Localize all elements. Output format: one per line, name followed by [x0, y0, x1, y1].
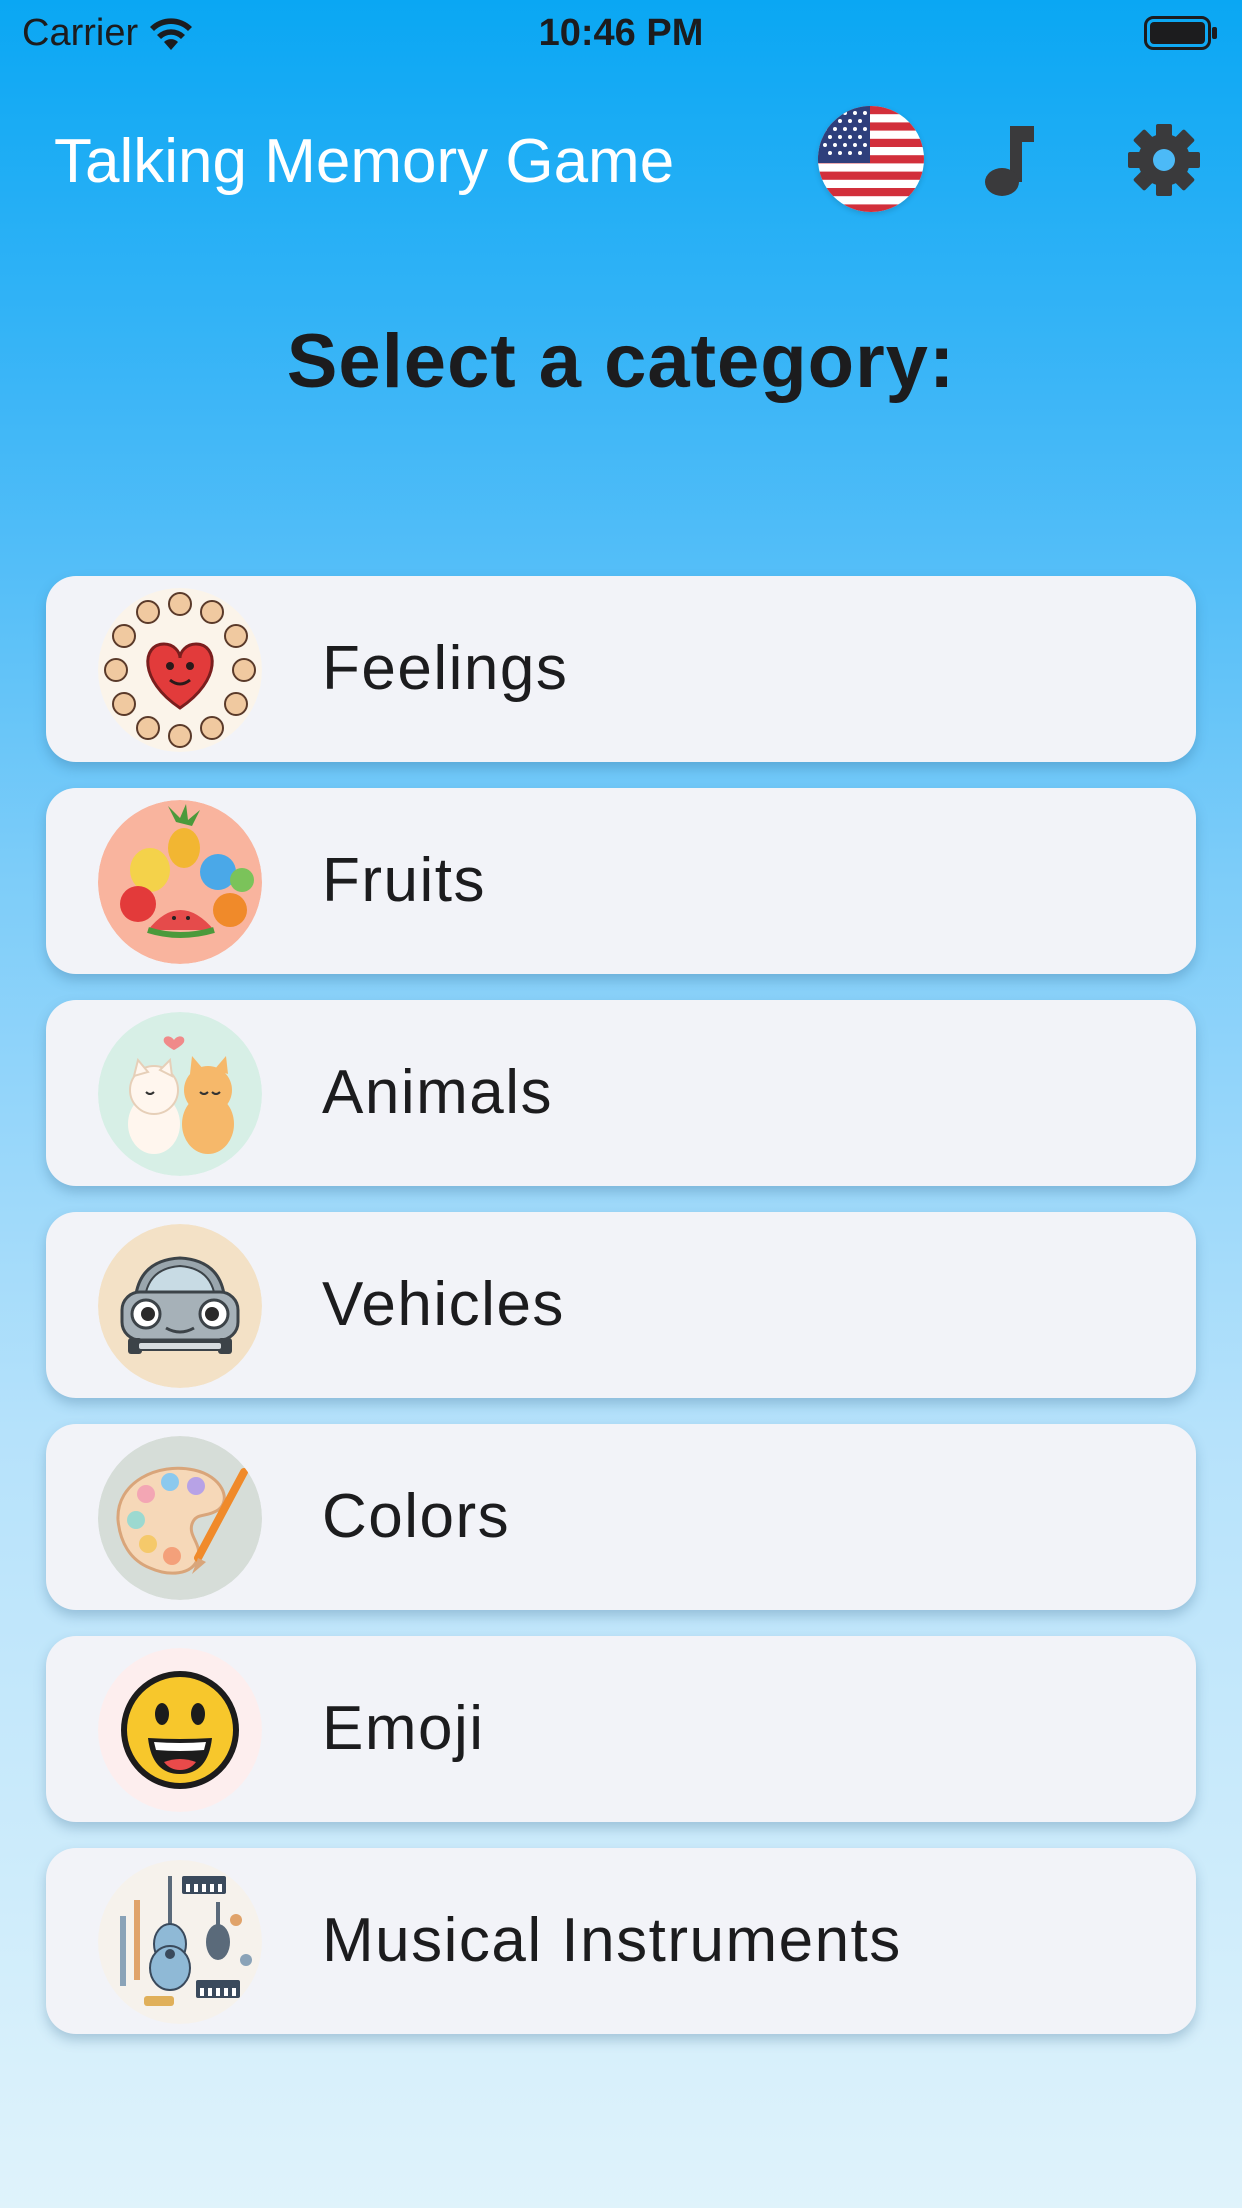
app-title: Talking Memory Game	[54, 127, 675, 196]
category-label: Fruits	[322, 846, 486, 915]
battery-icon	[1144, 16, 1218, 50]
instruments-icon	[98, 1860, 262, 2024]
category-label: Feelings	[322, 634, 569, 703]
category-label: Vehicles	[322, 1270, 565, 1339]
category-fruits[interactable]: Fruits	[46, 788, 1196, 974]
app-bar: Talking Memory Game	[0, 100, 1242, 220]
car-icon	[98, 1224, 262, 1388]
category-label: Emoji	[322, 1694, 485, 1763]
us-flag-icon	[818, 106, 924, 212]
status-time: 10:46 PM	[538, 12, 704, 54]
category-label: Animals	[322, 1058, 554, 1127]
category-emoji[interactable]: Emoji	[46, 1636, 1196, 1822]
language-button[interactable]	[818, 106, 924, 212]
feelings-heart-icon	[98, 588, 262, 752]
animals-icon	[98, 1012, 262, 1176]
category-colors[interactable]: Colors	[46, 1424, 1196, 1610]
category-feelings[interactable]: Feelings	[46, 576, 1196, 762]
category-label: Musical Instruments	[322, 1906, 902, 1975]
smiley-emoji-icon	[98, 1648, 262, 1812]
category-label: Colors	[322, 1482, 511, 1551]
status-bar: Carrier 10:46 PM	[0, 0, 1242, 70]
page-heading: Select a category:	[286, 319, 956, 404]
category-vehicles[interactable]: Vehicles	[46, 1212, 1196, 1398]
category-list: Feelings Fruits Animals Vehicles Colors …	[46, 576, 1196, 2060]
paint-palette-icon	[98, 1436, 262, 1600]
settings-button[interactable]	[1124, 120, 1204, 200]
music-note-icon	[985, 126, 1034, 196]
gear-icon	[1128, 124, 1200, 196]
music-button[interactable]	[972, 120, 1044, 200]
category-animals[interactable]: Animals	[46, 1000, 1196, 1186]
category-musical-instruments[interactable]: Musical Instruments	[46, 1848, 1196, 2034]
fruits-icon	[98, 800, 262, 964]
